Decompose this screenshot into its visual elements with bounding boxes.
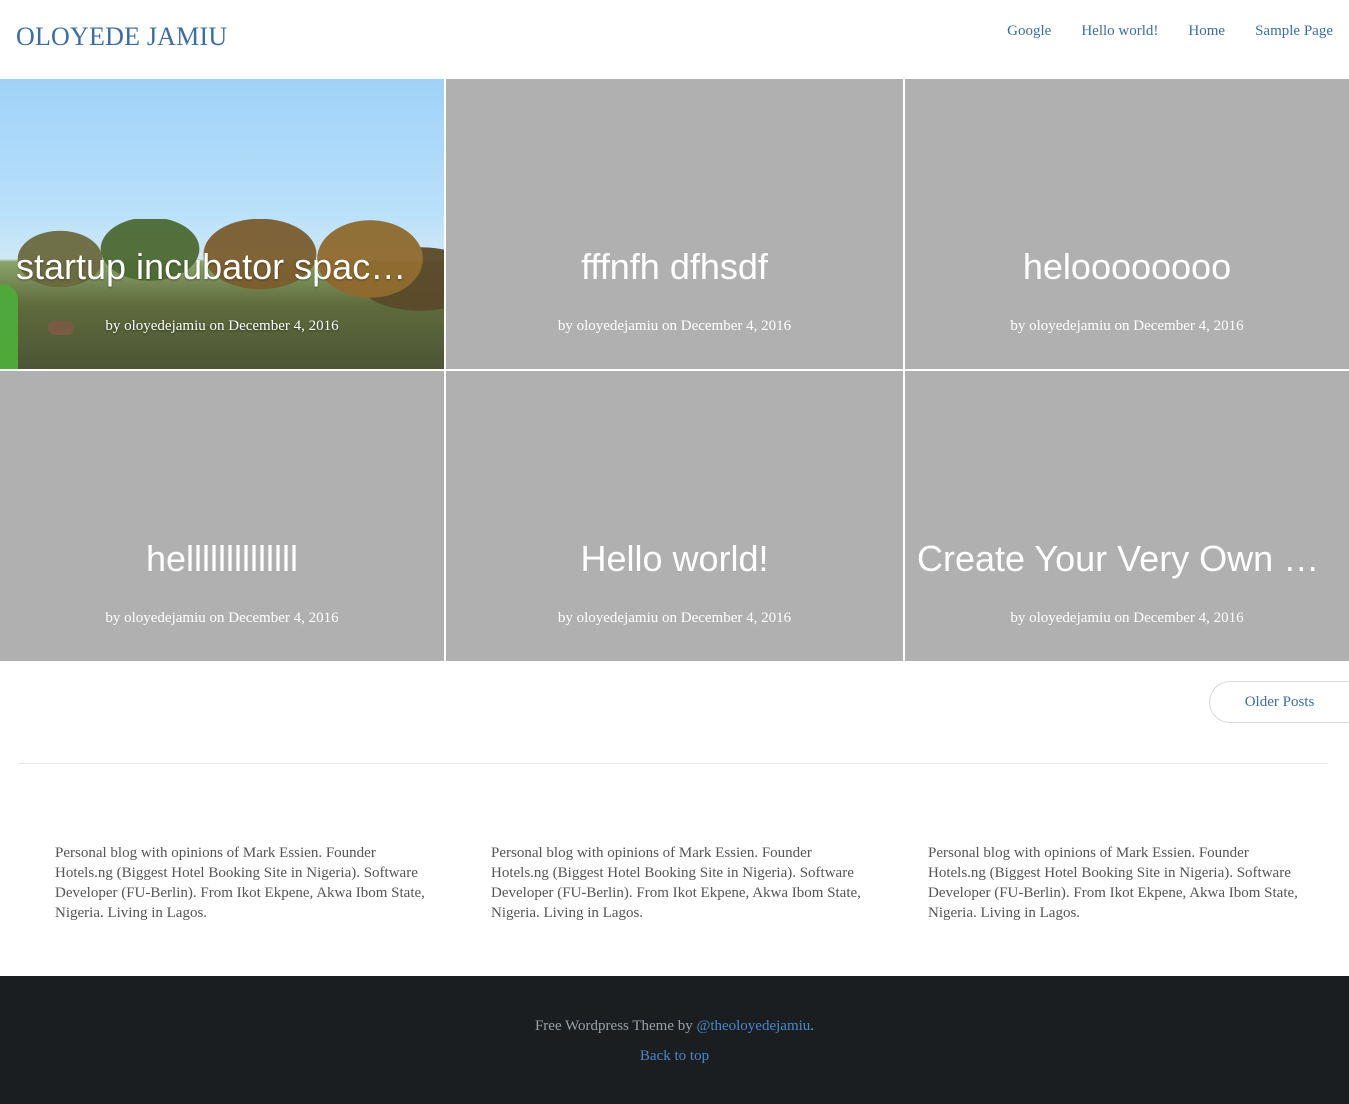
post-author: oloyedejamiu [124, 318, 206, 334]
post-meta: by oloyedejamiu on December 4, 2016 [446, 610, 903, 627]
post-date: December 4, 2016 [1133, 318, 1244, 334]
post-title[interactable]: Create Your Very Own Website [917, 537, 1337, 581]
post-by-label: by [1010, 610, 1026, 626]
site-title-link[interactable]: OLOYEDE JAMIU [16, 22, 227, 52]
post-date: December 4, 2016 [228, 318, 339, 334]
post-date: December 4, 2016 [680, 610, 792, 626]
main-nav: Google Hello world! Home Sample Page [1007, 23, 1333, 40]
nav-item-hello-world[interactable]: Hello world! [1081, 23, 1158, 40]
post-on-label: on [662, 610, 677, 626]
post-on-label: on [662, 318, 677, 334]
post-tile-4[interactable]: hellllllllllllll by oloyedejamiu on Dece… [0, 371, 444, 661]
footer-widget-2: Personal blog with opinions of Mark Essi… [491, 845, 861, 921]
post-grid: startup incubator space in Lagos by oloy… [0, 79, 1349, 661]
post-on-label: on [209, 318, 225, 334]
post-on-label: on [1114, 610, 1130, 626]
post-title[interactable]: heloooooooo [917, 245, 1337, 289]
credit-prefix: Free Wordpress Theme by [534, 1018, 697, 1034]
nav-item-sample-page[interactable]: Sample Page [1255, 23, 1333, 40]
post-tile-1[interactable]: startup incubator space in Lagos by oloy… [0, 79, 444, 369]
nav-item-home[interactable]: Home [1188, 23, 1225, 40]
footer-widget-3: Personal blog with opinions of Mark Essi… [928, 845, 1298, 921]
post-date: December 4, 2016 [1133, 610, 1244, 626]
post-tile-3[interactable]: heloooooooo by oloyedejamiu on December … [905, 79, 1349, 369]
section-divider [18, 763, 1328, 764]
post-meta: by oloyedejamiu on December 4, 2016 [905, 610, 1349, 627]
older-posts-button[interactable]: Older Posts [1209, 681, 1349, 723]
post-meta: by oloyedejamiu on December 4, 2016 [0, 610, 444, 627]
post-author: oloyedejamiu [576, 318, 659, 334]
post-by-label: by [557, 318, 573, 334]
site-footer: Free Wordpress Theme by @theoloyedejamiu… [0, 976, 1349, 1104]
post-title[interactable]: hellllllllllllll [12, 537, 432, 581]
footer-widget-1: Personal blog with opinions of Mark Essi… [55, 845, 425, 921]
post-author: oloyedejamiu [1029, 318, 1111, 334]
back-to-top: Back to top [0, 1048, 1349, 1065]
post-tile-5[interactable]: Hello world! by oloyedejamiu on December… [446, 371, 903, 661]
post-by-label: by [105, 610, 121, 626]
post-tile-6[interactable]: Create Your Very Own Website by oloyedej… [905, 371, 1349, 661]
post-author: oloyedejamiu [124, 610, 206, 626]
post-title[interactable]: Hello world! [458, 537, 891, 581]
post-tile-2[interactable]: fffnfh dfhsdf by oloyedejamiu on Decembe… [446, 79, 903, 369]
trees-image-region [0, 219, 444, 369]
site-header: OLOYEDE JAMIU Google Hello world! Home S… [0, 0, 1349, 79]
post-author: oloyedejamiu [576, 610, 659, 626]
post-by-label: by [1010, 318, 1026, 334]
post-on-label: on [1114, 318, 1130, 334]
post-date: December 4, 2016 [680, 318, 792, 334]
post-by-label: by [557, 610, 573, 626]
post-title[interactable]: fffnfh dfhsdf [458, 245, 891, 289]
post-meta: by oloyedejamiu on December 4, 2016 [0, 318, 444, 335]
footer-credit: Free Wordpress Theme by @theoloyedejamiu… [0, 1018, 1349, 1035]
back-to-top-link[interactable]: Back to top [640, 1048, 709, 1064]
credit-suffix: . [810, 1018, 815, 1034]
nav-item-google[interactable]: Google [1007, 23, 1051, 40]
credit-author-link[interactable]: @theoloyedejamiu [697, 1018, 811, 1034]
post-meta: by oloyedejamiu on December 4, 2016 [446, 318, 903, 335]
post-author: oloyedejamiu [1029, 610, 1111, 626]
post-on-label: on [209, 610, 225, 626]
post-title[interactable]: startup incubator space in Lagos [16, 245, 420, 289]
post-meta: by oloyedejamiu on December 4, 2016 [905, 318, 1349, 335]
post-by-label: by [105, 318, 121, 334]
post-date: December 4, 2016 [228, 610, 339, 626]
